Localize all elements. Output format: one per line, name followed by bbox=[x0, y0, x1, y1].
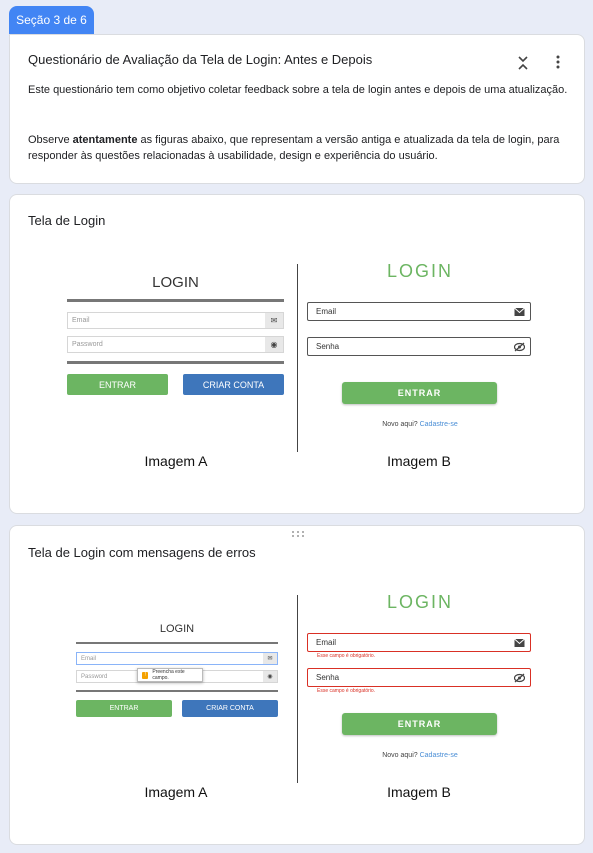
image-b-signup-link[interactable]: Cadastre-se bbox=[420, 752, 458, 759]
image-divider bbox=[297, 595, 298, 783]
more-vert-icon[interactable] bbox=[550, 53, 566, 71]
image-b-entrar-button[interactable]: ENTRAR bbox=[342, 713, 497, 735]
eye-off-icon bbox=[514, 342, 525, 351]
form-title: Questionário de Avaliação da Tela de Log… bbox=[28, 52, 373, 67]
validation-tooltip: ! Preencha este campo. bbox=[137, 668, 203, 682]
image-b-signup-text: Novo aqui? Cadastre-se bbox=[382, 752, 458, 759]
mail-icon: ✉ bbox=[263, 653, 277, 664]
image-a-top-rule bbox=[67, 299, 284, 302]
image-b-email-input[interactable]: Email bbox=[307, 302, 531, 321]
image-divider bbox=[297, 264, 298, 452]
image-a-criar-conta-button[interactable]: CRIAR CONTA bbox=[183, 374, 284, 395]
image-b-login-title: LOGIN bbox=[386, 261, 453, 281]
image-b-signup-link[interactable]: Cadastre-se bbox=[420, 421, 458, 428]
mail-icon bbox=[514, 638, 525, 647]
question-title: Tela de Login bbox=[28, 213, 106, 228]
question-card-login: Tela de Login LOGIN Email ✉ Password ◉ E… bbox=[9, 194, 585, 514]
mail-icon: ✉ bbox=[265, 313, 283, 328]
image-b-senha-input[interactable]: Senha bbox=[307, 337, 531, 356]
image-b-login-title: LOGIN bbox=[386, 592, 453, 612]
image-b-signup-text: Novo aqui? Cadastre-se bbox=[382, 421, 458, 428]
image-a-criar-conta-button[interactable]: CRIAR CONTA bbox=[182, 700, 278, 717]
warning-icon: ! bbox=[142, 671, 149, 679]
collapse-icon[interactable] bbox=[515, 53, 531, 73]
image-b-senha-input[interactable]: Senha bbox=[307, 668, 531, 687]
eye-icon: ◉ bbox=[265, 337, 283, 352]
image-b-senha-error: Esse campo é obrigatório. bbox=[317, 688, 376, 694]
image-b-entrar-button[interactable]: ENTRAR bbox=[342, 382, 497, 404]
mail-icon bbox=[514, 307, 525, 316]
question-card-login-errors: Tela de Login com mensagens de erros LOG… bbox=[9, 525, 585, 845]
image-b-email-error: Esse campo é obrigatório. bbox=[317, 653, 376, 659]
image-b-caption: Imagem B bbox=[387, 784, 451, 800]
image-a-caption: Imagem A bbox=[144, 784, 208, 800]
form-description-1: Este questionário tem como objetivo cole… bbox=[28, 84, 568, 96]
image-a-caption: Imagem A bbox=[144, 453, 208, 469]
image-b-caption: Imagem B bbox=[387, 453, 451, 469]
form-header-card: Questionário de Avaliação da Tela de Log… bbox=[9, 34, 585, 184]
image-a-top-rule bbox=[76, 642, 278, 644]
image-a-email-input[interactable]: Email ✉ bbox=[67, 312, 284, 329]
image-a-login-title: LOGIN bbox=[152, 274, 199, 291]
section-tab: Seção 3 de 6 bbox=[9, 6, 94, 34]
image-a-login-title: LOGIN bbox=[159, 623, 195, 635]
image-a-bottom-rule bbox=[76, 690, 278, 692]
drag-handle-icon[interactable] bbox=[291, 530, 305, 538]
image-a-email-input[interactable]: Email ✉ bbox=[76, 652, 278, 665]
image-a-password-input[interactable]: Password ◉ bbox=[67, 336, 284, 353]
form-description-2: Observe atentamente as figuras abaixo, q… bbox=[28, 134, 560, 162]
image-a-entrar-button[interactable]: ENTRAR bbox=[76, 700, 172, 717]
image-b-email-input[interactable]: Email bbox=[307, 633, 531, 652]
eye-off-icon bbox=[514, 673, 525, 682]
image-a-bottom-rule bbox=[67, 361, 284, 364]
image-a-entrar-button[interactable]: ENTRAR bbox=[67, 374, 168, 395]
eye-icon: ◉ bbox=[263, 671, 277, 682]
question-title: Tela de Login com mensagens de erros bbox=[28, 545, 256, 560]
